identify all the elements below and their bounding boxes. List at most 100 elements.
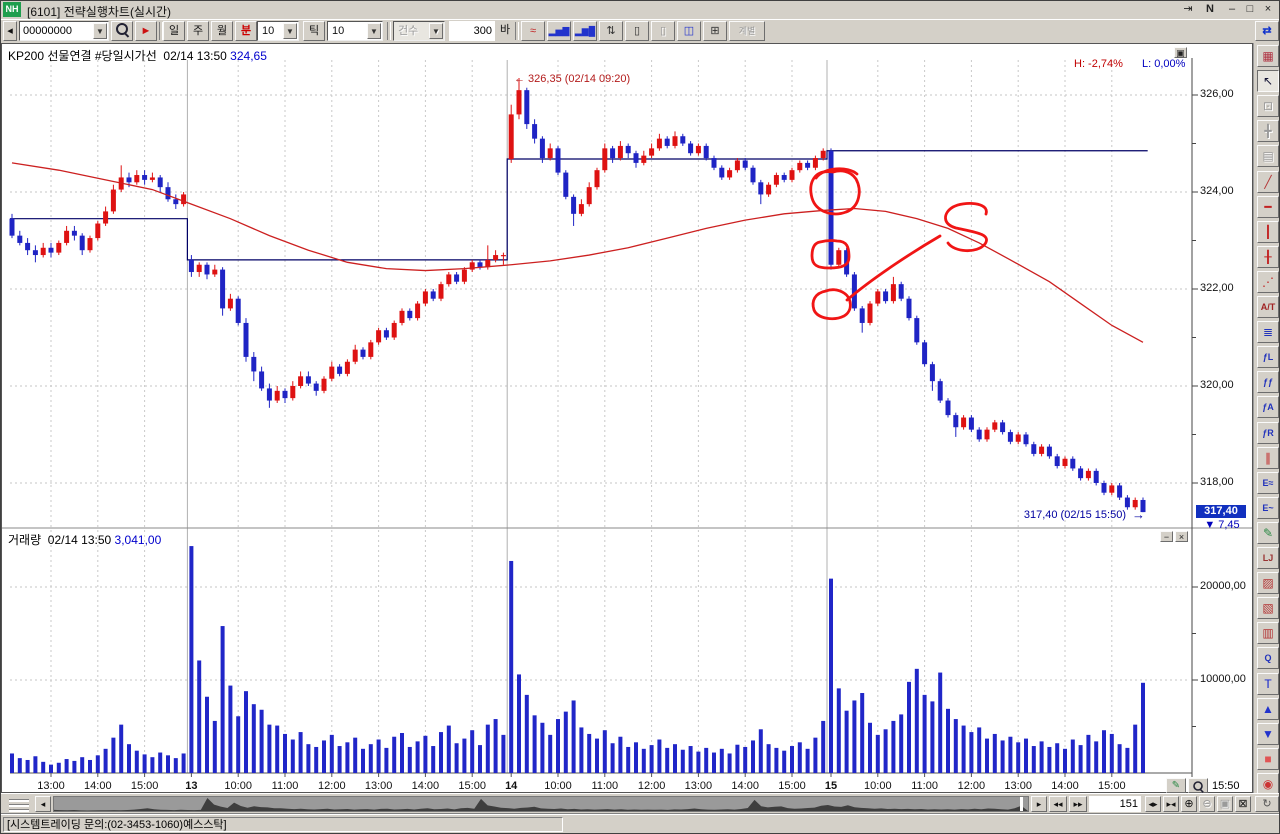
separator <box>387 22 391 40</box>
symbol-code-input[interactable] <box>20 22 92 40</box>
maximize-button[interactable]: □ <box>1241 2 1259 17</box>
vertical-line-icon[interactable]: ┃ <box>1257 221 1279 243</box>
clear-zoom-button[interactable]: ⊠ <box>1235 796 1251 812</box>
parallel-lines-icon[interactable]: ∥ <box>1257 447 1279 469</box>
gebyul-button: 계별 <box>729 21 765 41</box>
copy-window-icon: ▯ <box>651 21 675 41</box>
chevron-down-icon: ▼ <box>429 23 443 39</box>
chart-panel-icon[interactable]: ◫ <box>677 21 701 41</box>
time-axis-label: 12:00 <box>958 780 986 792</box>
panel-restore-button[interactable]: ▣ <box>1174 47 1187 58</box>
fib-f-icon[interactable]: ƒƒ <box>1257 371 1279 393</box>
quote-list-icon[interactable]: Q <box>1257 647 1279 669</box>
day-axis-label: 13 <box>185 780 197 792</box>
symbol-pick-button[interactable]: ► <box>135 21 157 41</box>
period-button-2[interactable]: 주 <box>187 21 209 41</box>
zoom-in-button[interactable]: ⊕ <box>1181 796 1197 812</box>
low-percent-readout: L: 0,00% <box>1142 58 1185 70</box>
pencil-draw-icon[interactable]: ✎ <box>1257 522 1279 544</box>
time-axis-label: 10:00 <box>224 780 252 792</box>
chart-canvas[interactable]: ← 326,35 (02/14 09:20)317,40 (02/15 15:5… <box>2 44 1252 792</box>
sort-updown-icon[interactable]: ⇅ <box>599 21 623 41</box>
volume-close-button[interactable]: × <box>1175 531 1188 542</box>
period-button-3[interactable]: 월 <box>211 21 233 41</box>
cursor-select-icon[interactable]: ↖ <box>1257 70 1279 92</box>
horizontal-line-icon[interactable]: ━ <box>1257 196 1279 218</box>
day-axis-label: 15 <box>825 780 837 792</box>
last-time-label: 15:50 <box>1212 780 1240 792</box>
toolbar: ◂ ▼ ► 일주월분 10 ▼ 틱 10 ▼ 건수 ▼ 바 ≈▂▅▇▂▆█⇅▯▯… <box>1 19 1280 44</box>
price-axis-label: 320,00 <box>1200 379 1234 391</box>
time-axis-label: 14:00 <box>84 780 112 792</box>
minimize-button[interactable]: – <box>1223 2 1241 17</box>
current-price-badge: 317,40 <box>1196 505 1246 518</box>
d-pattern-icon[interactable]: ▨ <box>1257 572 1279 594</box>
titlebar: NH [6101] 전략실행차트(실시간) ⇥ N – □ × <box>1 1 1280 20</box>
volume-label: 거래량 <box>8 533 41 547</box>
diagonal-dots-line-icon[interactable]: ⋰ <box>1257 271 1279 293</box>
volume-axis-label: 10000,00 <box>1200 673 1246 685</box>
tick-button[interactable]: 틱 <box>303 21 325 41</box>
square-mark-icon[interactable]: ■ <box>1257 748 1279 770</box>
fast-forward-button[interactable]: ▸▸ <box>1069 796 1087 812</box>
e-pattern-icon[interactable]: ▧ <box>1257 597 1279 619</box>
fast-back-button[interactable]: ◂◂ <box>1049 796 1067 812</box>
fib-fan-icon[interactable]: ƒA <box>1257 396 1279 418</box>
time-axis-label: 15:00 <box>778 780 806 792</box>
scroll-right-button[interactable]: ▸ <box>1031 796 1047 812</box>
symbol-code-combo[interactable]: ▼ <box>19 21 109 41</box>
exit-icon[interactable]: ⇥ <box>1179 2 1197 17</box>
volume-minimize-button[interactable]: − <box>1160 531 1173 542</box>
minute-interval-value: 10 <box>262 25 274 37</box>
elliott-wave-icon[interactable]: E≈ <box>1257 472 1279 494</box>
scroll-left-button[interactable]: ◂ <box>35 796 51 812</box>
trend-line-icon[interactable]: ╱ <box>1257 171 1279 193</box>
bars-count-input[interactable] <box>449 21 495 41</box>
period-button-1[interactable]: 일 <box>163 21 185 41</box>
bar-count-input[interactable] <box>1089 796 1141 812</box>
text-at-icon[interactable]: A/T <box>1257 296 1279 318</box>
chart-minimap[interactable] <box>53 796 1029 812</box>
panel-collapse-button[interactable]: ↻ <box>1255 796 1279 812</box>
half-line-icon[interactable]: ╂ <box>1257 246 1279 268</box>
search-button[interactable] <box>111 21 133 41</box>
bar-chart-signal-icon[interactable]: ▂▅▇ <box>547 21 571 41</box>
fib-l-icon[interactable]: ƒL <box>1257 346 1279 368</box>
arrow-up-mark-icon[interactable]: ▲ <box>1257 698 1279 720</box>
chevron-down-icon[interactable]: ▼ <box>93 23 107 39</box>
back-button[interactable]: ◂ <box>3 21 17 41</box>
expand-bars-button[interactable]: ▸◂ <box>1163 796 1179 812</box>
splitter-grip[interactable] <box>7 797 31 811</box>
minute-interval-combo[interactable]: 10 ▼ <box>257 21 299 41</box>
chart-pattern-icon[interactable]: ▦ <box>1257 45 1279 67</box>
grid-table-icon[interactable]: ⊞ <box>703 21 727 41</box>
r-pattern-icon[interactable]: ▥ <box>1257 622 1279 644</box>
time-axis-label: 13:00 <box>685 780 713 792</box>
compress-bars-button[interactable]: ◂▸ <box>1145 796 1161 812</box>
last-price-arrow-icon: → <box>1132 507 1145 522</box>
time-axis-label: 10:00 <box>864 780 892 792</box>
chevron-down-icon[interactable]: ▼ <box>283 23 297 39</box>
period-button-4[interactable]: 분 <box>235 21 257 41</box>
bar-chart-icon[interactable]: ▂▆█ <box>573 21 597 41</box>
text-insert-icon[interactable]: T <box>1257 673 1279 695</box>
close-button[interactable]: × <box>1259 2 1277 17</box>
signal-line-chart-icon[interactable]: ≈ <box>521 21 545 41</box>
tick-interval-combo[interactable]: 10 ▼ <box>327 21 383 41</box>
circle-mark-icon[interactable]: ◉ <box>1257 773 1279 795</box>
multi-lines-icon[interactable]: ≣ <box>1257 321 1279 343</box>
n-menu-icon[interactable]: N <box>1201 2 1219 17</box>
refresh-button[interactable]: ⇄ <box>1255 21 1279 41</box>
price-change-readout: ▼ 7,45 <box>1196 519 1248 531</box>
chevron-down-icon[interactable]: ▼ <box>367 23 381 39</box>
time-axis-label: 12:00 <box>318 780 346 792</box>
fib-r-icon[interactable]: ƒR <box>1257 422 1279 444</box>
arrow-down-mark-icon[interactable]: ▼ <box>1257 723 1279 745</box>
zoom-mode-button[interactable] <box>1188 778 1208 793</box>
lj-tool-icon[interactable]: LJ <box>1257 547 1279 569</box>
line-tag: #당일시가선 <box>95 49 157 63</box>
new-window-icon[interactable]: ▯ <box>625 21 649 41</box>
time-axis-label: 14:00 <box>412 780 440 792</box>
draw-mode-button[interactable]: ✎ <box>1166 778 1186 793</box>
elliott-wave2-icon[interactable]: E~ <box>1257 497 1279 519</box>
